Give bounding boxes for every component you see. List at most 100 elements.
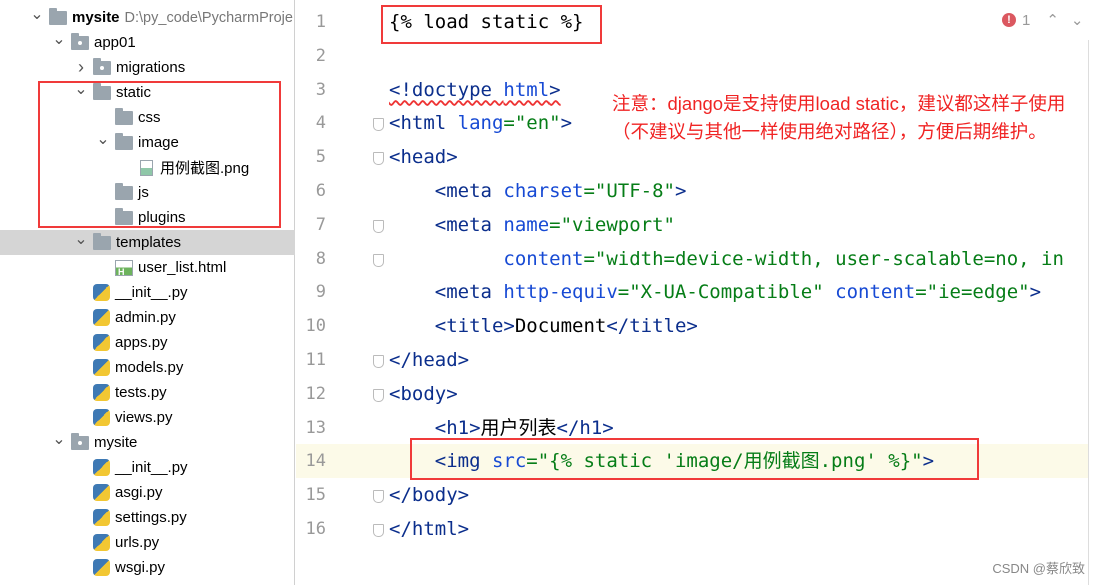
code-token: ="width=device-width, user-scalable=no, …	[583, 247, 1064, 270]
error-icon: !	[1002, 13, 1016, 27]
line-number: 14	[305, 451, 326, 472]
line-number: 5	[315, 147, 326, 168]
tree-item[interactable]: apps.py	[0, 330, 295, 355]
fold-marker-icon[interactable]	[373, 388, 384, 402]
editor-scrollbar[interactable]	[1088, 40, 1095, 585]
code-token: </html>	[389, 518, 470, 540]
tree-item[interactable]: __init__.py	[0, 280, 295, 305]
python-file-icon	[93, 509, 110, 526]
code-line[interactable]: </body>	[296, 478, 1088, 512]
fold-marker-icon[interactable]	[373, 118, 384, 132]
chevron-down-icon[interactable]: ⌄	[30, 4, 44, 24]
code-token: <html	[389, 112, 458, 135]
python-file-icon	[93, 359, 110, 376]
tree-item[interactable]: tests.py	[0, 380, 295, 405]
annotation-note: 注意：django是支持使用load static，建议都这样子使用（不建议与其…	[612, 93, 1066, 142]
python-file-icon	[93, 484, 110, 501]
line-number: 10	[305, 316, 326, 337]
line-number: 7	[315, 214, 326, 235]
python-file-icon	[93, 384, 110, 401]
python-file-icon	[93, 534, 110, 551]
code-token: <title>	[389, 315, 515, 338]
code-line[interactable]: <meta http-equiv="X-UA-Compatible" conte…	[296, 275, 1088, 309]
tree-item[interactable]: asgi.py	[0, 480, 295, 505]
line-number: 2	[315, 45, 326, 66]
line-number: 12	[305, 383, 326, 404]
code-token: <head>	[389, 146, 458, 169]
tree-item[interactable]: › migrations	[0, 55, 295, 80]
chevron-down-icon[interactable]: ⌄	[52, 29, 66, 49]
chevron-down-icon[interactable]: ⌄	[52, 429, 66, 449]
line-number: 16	[305, 519, 326, 539]
next-problem-icon[interactable]: ⌄	[1071, 11, 1084, 29]
line-number: 8	[315, 248, 326, 269]
code-token: name	[503, 213, 550, 236]
tree-item[interactable]: ⌄ mysite D:\py_code\PycharmProje	[0, 5, 295, 30]
code-token: ="UTF-8"	[583, 180, 675, 202]
tree-item[interactable]: models.py	[0, 355, 295, 380]
tree-item-label: mysite	[94, 434, 138, 451]
code-line[interactable]: content="width=device-width, user-scalab…	[296, 242, 1088, 276]
code-token: ="ie=edge"	[915, 281, 1030, 304]
fold-marker-icon[interactable]	[373, 219, 384, 233]
code-token: <meta	[389, 281, 504, 304]
tree-item-label: __init__.py	[115, 284, 188, 301]
code-token: <body>	[389, 382, 458, 405]
tree-item[interactable]: __init__.py	[0, 455, 295, 480]
tree-item[interactable]: ⌄ templates	[0, 230, 295, 255]
code-token: <meta	[389, 180, 504, 202]
tree-item[interactable]: views.py	[0, 405, 295, 430]
tree-item-label: user_list.html	[138, 259, 227, 276]
problems-indicator[interactable]: ! 1 ⌃ ⌄	[1002, 11, 1084, 29]
folder-icon	[49, 7, 67, 25]
fold-marker-icon[interactable]	[373, 253, 384, 267]
code-token: ="en"	[503, 112, 561, 135]
code-token: <!doctype	[389, 78, 504, 101]
fold-marker-icon[interactable]	[373, 524, 384, 537]
img-static-highlight-box	[410, 438, 979, 480]
code-token: content	[503, 247, 584, 270]
code-token: </h1>	[556, 416, 614, 439]
tree-item-label: admin.py	[115, 309, 176, 326]
python-file-icon	[93, 459, 110, 476]
code-editor[interactable]: {% load static %} <!doctype html> <html la…	[296, 0, 1095, 585]
python-file-icon	[93, 284, 110, 301]
code-line[interactable]: <meta name="viewport"	[296, 208, 1088, 242]
load-static-highlight-box	[381, 5, 602, 44]
tree-item[interactable]: wsgi.py	[0, 555, 295, 580]
tree-item-label: migrations	[116, 59, 186, 76]
code-line[interactable]: </head>	[296, 343, 1088, 377]
tree-item[interactable]: admin.py	[0, 305, 295, 330]
code-token: >	[674, 180, 687, 202]
code-token: >	[560, 112, 573, 135]
fold-marker-icon[interactable]	[373, 490, 384, 504]
chevron-down-icon[interactable]: ⌄	[74, 229, 88, 249]
python-file-icon	[93, 559, 110, 576]
tree-item[interactable]: ⌄ app01	[0, 30, 295, 55]
tree-item-label: wsgi.py	[115, 559, 166, 576]
previous-problem-icon[interactable]: ⌃	[1046, 11, 1059, 29]
python-file-icon	[93, 334, 110, 351]
code-token: >	[1029, 281, 1042, 304]
tree-item[interactable]: urls.py	[0, 530, 295, 555]
line-number: 4	[315, 113, 326, 134]
problems-count: 1	[1022, 11, 1031, 29]
chevron-right-icon[interactable]: ›	[74, 57, 88, 78]
code-line[interactable]: <meta charset="UTF-8">	[296, 174, 1088, 208]
code-line[interactable]: <body>	[296, 377, 1088, 411]
code-token: charset	[503, 180, 584, 202]
fold-marker-icon[interactable]	[373, 152, 384, 166]
python-file-icon	[93, 309, 110, 326]
code-line[interactable]: <title>Document</title>	[296, 309, 1088, 343]
code-token: </body>	[389, 484, 470, 507]
watermark: CSDN @蔡欣致	[992, 561, 1085, 576]
tree-item[interactable]: settings.py	[0, 505, 295, 530]
code-line[interactable]: </html>	[296, 512, 1088, 546]
line-number: 15	[305, 485, 326, 506]
fold-marker-icon[interactable]	[373, 355, 384, 368]
tree-item[interactable]: ⌄ mysite	[0, 430, 295, 455]
line-number: 3	[315, 79, 326, 100]
tree-item[interactable]: Huser_list.html	[0, 255, 295, 280]
code-token: >	[549, 78, 561, 101]
